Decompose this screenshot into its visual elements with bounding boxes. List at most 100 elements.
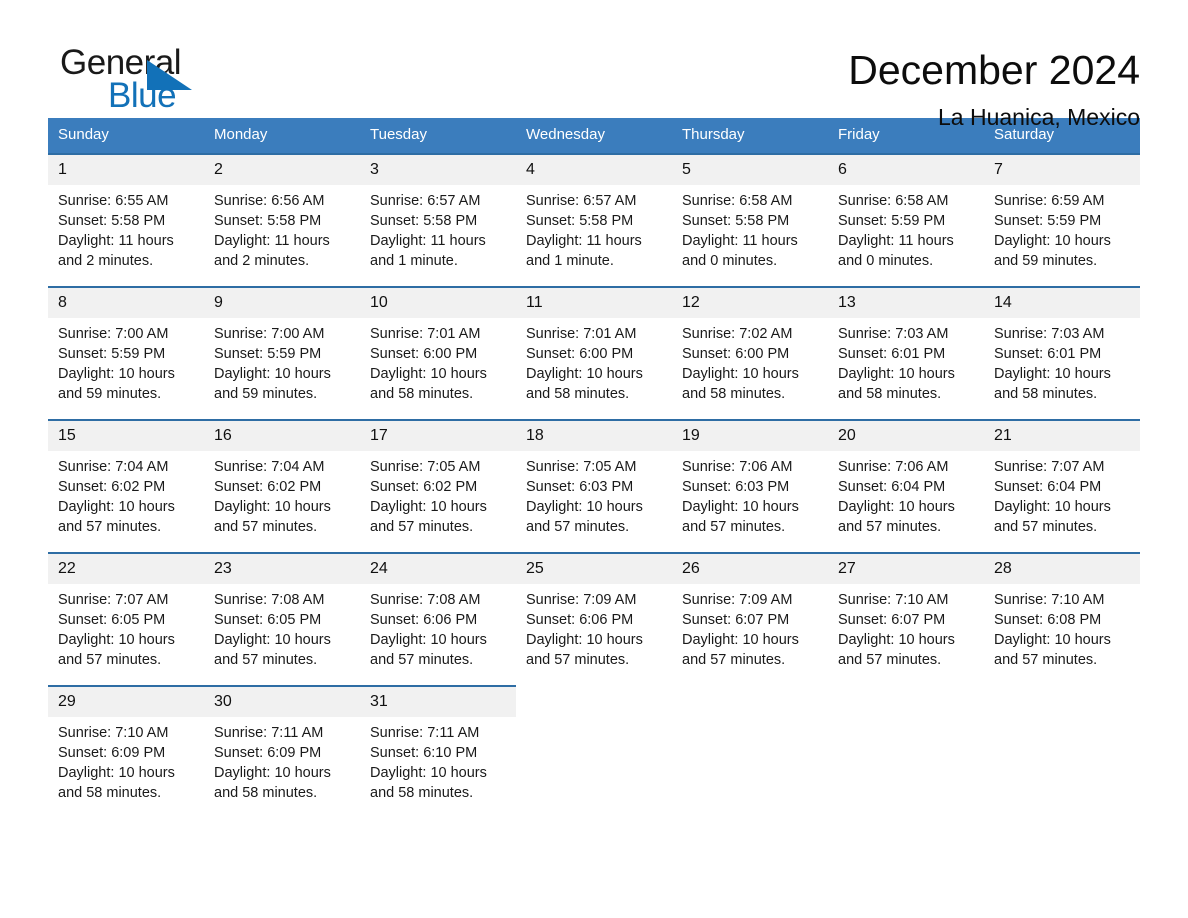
day-number: 29 [48,687,204,717]
calendar-day-cell[interactable]: 12 Sunrise: 7:02 AM Sunset: 6:00 PM Dayligh… [672,286,828,420]
day-details: Sunrise: 7:06 AM Sunset: 6:03 PM Daylight:… [672,451,828,537]
calendar-day-cell[interactable]: 18 Sunrise: 7:05 AM Sunset: 6:03 PM Dayligh… [516,419,672,553]
weekday-header-wednesday: Wednesday [516,118,672,154]
daylight-text-line2: and 57 minutes. [838,519,942,535]
calendar-day-cell[interactable]: 21 Sunrise: 7:07 AM Sunset: 6:04 PM Dayligh… [984,419,1140,553]
day-details: Sunrise: 7:05 AM Sunset: 6:03 PM Daylight:… [516,451,672,537]
daylight-text-line2: and 57 minutes. [526,519,630,535]
day-details: Sunrise: 7:10 AM Sunset: 6:07 PM Daylight:… [828,584,984,670]
day-details: Sunrise: 7:07 AM Sunset: 6:04 PM Daylight:… [984,451,1140,537]
sunset-text: Sunset: 6:03 PM [682,479,790,495]
daylight-text-line1: Daylight: 10 hours [682,366,799,382]
day-details: Sunrise: 7:08 AM Sunset: 6:05 PM Daylight:… [204,584,360,670]
sunset-text: Sunset: 6:06 PM [526,612,634,628]
sunrise-text: Sunrise: 6:55 AM [58,193,169,209]
calendar-day-cell[interactable]: 31 Sunrise: 7:11 AM Sunset: 6:10 PM Dayligh… [360,685,516,819]
calendar-day-cell[interactable]: 7 Sunrise: 6:59 AM Sunset: 5:59 PM Daylight… [984,153,1140,287]
page-header: General Blue December 2024 La Huanica, M… [48,0,1140,131]
sunrise-text: Sunrise: 6:58 AM [838,193,949,209]
daylight-text-line1: Daylight: 10 hours [370,499,487,515]
sunset-text: Sunset: 5:58 PM [58,213,166,229]
sunset-text: Sunset: 5:58 PM [370,213,478,229]
daylight-text-line2: and 0 minutes. [682,253,778,269]
calendar-day-cell[interactable]: 8 Sunrise: 7:00 AM Sunset: 5:59 PM Daylight… [48,286,204,420]
daylight-text-line1: Daylight: 10 hours [370,765,487,781]
calendar-day-cell-empty [672,686,828,819]
calendar-day-cell[interactable]: 6 Sunrise: 6:58 AM Sunset: 5:59 PM Daylight… [828,153,984,287]
daylight-text-line2: and 57 minutes. [682,652,786,668]
daylight-text-line2: and 57 minutes. [838,652,942,668]
sunrise-text: Sunrise: 7:09 AM [682,592,793,608]
sunset-text: Sunset: 5:59 PM [58,346,166,362]
sunset-text: Sunset: 6:02 PM [58,479,166,495]
daylight-text-line2: and 57 minutes. [994,519,1098,535]
sunrise-text: Sunrise: 7:11 AM [370,725,480,741]
sunrise-text: Sunrise: 7:01 AM [526,326,637,342]
sunset-text: Sunset: 5:59 PM [994,213,1102,229]
sunset-text: Sunset: 6:06 PM [370,612,478,628]
day-details: Sunrise: 7:00 AM Sunset: 5:59 PM Daylight:… [48,318,204,404]
day-details: Sunrise: 7:09 AM Sunset: 6:07 PM Daylight:… [672,584,828,670]
calendar-day-cell[interactable]: 19 Sunrise: 7:06 AM Sunset: 6:03 PM Dayligh… [672,419,828,553]
day-number: 19 [672,421,828,451]
day-number: 27 [828,554,984,584]
calendar-day-cell[interactable]: 14 Sunrise: 7:03 AM Sunset: 6:01 PM Dayligh… [984,286,1140,420]
daylight-text-line1: Daylight: 11 hours [838,233,954,249]
sunrise-text: Sunrise: 7:00 AM [58,326,169,342]
daylight-text-line1: Daylight: 10 hours [838,499,955,515]
calendar-day-cell[interactable]: 25 Sunrise: 7:09 AM Sunset: 6:06 PM Dayligh… [516,552,672,686]
day-number: 23 [204,554,360,584]
sunset-text: Sunset: 6:04 PM [838,479,946,495]
calendar-day-cell[interactable]: 29 Sunrise: 7:10 AM Sunset: 6:09 PM Dayligh… [48,685,204,819]
daylight-text-line2: and 0 minutes. [838,253,934,269]
calendar-day-cell[interactable]: 11 Sunrise: 7:01 AM Sunset: 6:00 PM Dayligh… [516,286,672,420]
calendar-day-cell[interactable]: 20 Sunrise: 7:06 AM Sunset: 6:04 PM Dayligh… [828,419,984,553]
calendar-day-cell[interactable]: 9 Sunrise: 7:00 AM Sunset: 5:59 PM Daylight… [204,286,360,420]
calendar-day-cell[interactable]: 30 Sunrise: 7:11 AM Sunset: 6:09 PM Dayligh… [204,685,360,819]
calendar-day-cell[interactable]: 3 Sunrise: 6:57 AM Sunset: 5:58 PM Daylight… [360,153,516,287]
daylight-text-line2: and 1 minute. [526,253,614,269]
daylight-text-line2: and 2 minutes. [214,253,310,269]
calendar-day-cell[interactable]: 16 Sunrise: 7:04 AM Sunset: 6:02 PM Dayligh… [204,419,360,553]
calendar-day-cell[interactable]: 26 Sunrise: 7:09 AM Sunset: 6:07 PM Dayligh… [672,552,828,686]
calendar-day-cell[interactable]: 5 Sunrise: 6:58 AM Sunset: 5:58 PM Daylight… [672,153,828,287]
sunset-text: Sunset: 5:59 PM [838,213,946,229]
calendar-day-cell[interactable]: 28 Sunrise: 7:10 AM Sunset: 6:08 PM Dayligh… [984,552,1140,686]
day-details: Sunrise: 7:11 AM Sunset: 6:10 PM Daylight:… [360,717,516,803]
day-number: 31 [360,687,516,717]
daylight-text-line1: Daylight: 11 hours [526,233,642,249]
sunset-text: Sunset: 6:09 PM [214,745,322,761]
day-details: Sunrise: 7:01 AM Sunset: 6:00 PM Daylight:… [360,318,516,404]
calendar-day-cell[interactable]: 22 Sunrise: 7:07 AM Sunset: 6:05 PM Dayligh… [48,552,204,686]
sunrise-text: Sunrise: 7:06 AM [682,459,793,475]
daylight-text-line1: Daylight: 10 hours [994,233,1111,249]
day-details: Sunrise: 7:01 AM Sunset: 6:00 PM Daylight:… [516,318,672,404]
calendar-day-cell[interactable]: 1 Sunrise: 6:55 AM Sunset: 5:58 PM Daylight… [48,153,204,287]
daylight-text-line1: Daylight: 10 hours [838,632,955,648]
daylight-text-line1: Daylight: 11 hours [370,233,486,249]
calendar-week-row: 15 Sunrise: 7:04 AM Sunset: 6:02 PM Dayligh… [48,419,1140,553]
calendar-day-cell[interactable]: 27 Sunrise: 7:10 AM Sunset: 6:07 PM Dayligh… [828,552,984,686]
sunrise-sunset-calendar: Sunday Monday Tuesday Wednesday Thursday… [48,118,1140,819]
calendar-day-cell[interactable]: 24 Sunrise: 7:08 AM Sunset: 6:06 PM Dayligh… [360,552,516,686]
calendar-day-cell[interactable]: 13 Sunrise: 7:03 AM Sunset: 6:01 PM Dayligh… [828,286,984,420]
day-details: Sunrise: 7:10 AM Sunset: 6:09 PM Daylight:… [48,717,204,803]
sunset-text: Sunset: 6:01 PM [994,346,1102,362]
sunset-text: Sunset: 5:58 PM [526,213,634,229]
calendar-day-cell[interactable]: 2 Sunrise: 6:56 AM Sunset: 5:58 PM Daylight… [204,153,360,287]
day-number: 13 [828,288,984,318]
sunset-text: Sunset: 6:00 PM [370,346,478,362]
calendar-day-cell[interactable]: 23 Sunrise: 7:08 AM Sunset: 6:05 PM Dayligh… [204,552,360,686]
calendar-day-cell[interactable]: 17 Sunrise: 7:05 AM Sunset: 6:02 PM Dayligh… [360,419,516,553]
daylight-text-line1: Daylight: 10 hours [526,366,643,382]
calendar-day-cell[interactable]: 10 Sunrise: 7:01 AM Sunset: 6:00 PM Dayligh… [360,286,516,420]
weekday-header-sunday: Sunday [48,118,204,154]
day-number: 17 [360,421,516,451]
calendar-day-cell[interactable]: 15 Sunrise: 7:04 AM Sunset: 6:02 PM Dayligh… [48,419,204,553]
sunrise-text: Sunrise: 7:10 AM [994,592,1105,608]
calendar-day-cell[interactable]: 4 Sunrise: 6:57 AM Sunset: 5:58 PM Daylight… [516,153,672,287]
daylight-text-line1: Daylight: 10 hours [526,632,643,648]
sunrise-text: Sunrise: 7:02 AM [682,326,793,342]
sunset-text: Sunset: 6:00 PM [682,346,790,362]
day-details: Sunrise: 6:58 AM Sunset: 5:58 PM Daylight:… [672,185,828,271]
